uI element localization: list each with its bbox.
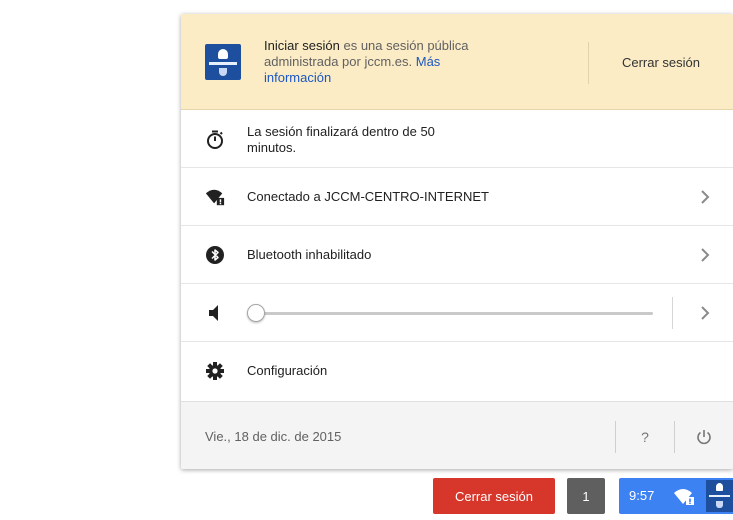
volume-slider-handle[interactable]	[247, 304, 265, 322]
system-tray-menu: Iniciar sesión es una sesión pública adm…	[181, 14, 733, 469]
sign-out-button[interactable]: Cerrar sesión	[589, 14, 733, 110]
chevron-right-icon[interactable]	[693, 301, 717, 325]
network-label: Conectado a JCCM-CENTRO-INTERNET	[247, 189, 489, 204]
footer-divider	[615, 421, 616, 453]
bluetooth-label: Bluetooth inhabilitado	[247, 247, 372, 262]
public-session-banner: Iniciar sesión es una sesión pública adm…	[181, 14, 733, 110]
chevron-right-icon	[693, 185, 717, 209]
session-timer-row: La sesión finalizará dentro de 50 minuto…	[181, 110, 733, 168]
status-area-button[interactable]: 9:57	[619, 478, 733, 514]
power-button[interactable]	[686, 423, 722, 451]
chevron-right-icon	[693, 243, 717, 267]
settings-row[interactable]: Configuración	[181, 342, 733, 400]
help-button[interactable]: ?	[627, 423, 663, 451]
wifi-icon	[672, 486, 696, 509]
shelf-sign-out-button[interactable]: Cerrar sesión	[433, 478, 555, 514]
network-row[interactable]: Conectado a JCCM-CENTRO-INTERNET	[181, 168, 733, 226]
wifi-icon	[205, 187, 225, 207]
user-avatar	[706, 480, 733, 512]
clock-time: 9:57	[629, 488, 655, 503]
session-notice: Iniciar sesión es una sesión pública adm…	[264, 38, 474, 86]
power-icon	[697, 430, 711, 445]
session-title: Iniciar sesión	[264, 38, 340, 53]
bluetooth-row[interactable]: Bluetooth inhabilitado	[181, 226, 733, 284]
window-count-badge[interactable]: 1	[567, 478, 605, 514]
volume-divider	[672, 297, 673, 329]
organization-logo	[205, 44, 241, 80]
date-label[interactable]: Vie., 18 de dic. de 2015	[205, 429, 341, 444]
bluetooth-icon	[205, 245, 225, 265]
timer-icon	[205, 130, 225, 150]
volume-row	[181, 284, 733, 342]
speaker-icon[interactable]	[205, 303, 225, 323]
settings-label: Configuración	[247, 363, 328, 378]
gear-icon	[205, 361, 225, 381]
volume-slider-track[interactable]	[257, 312, 653, 315]
session-timer-label: La sesión finalizará dentro de 50 minuto…	[247, 124, 435, 155]
tray-footer: Vie., 18 de dic. de 2015 ?	[181, 401, 733, 469]
footer-divider	[674, 421, 675, 453]
